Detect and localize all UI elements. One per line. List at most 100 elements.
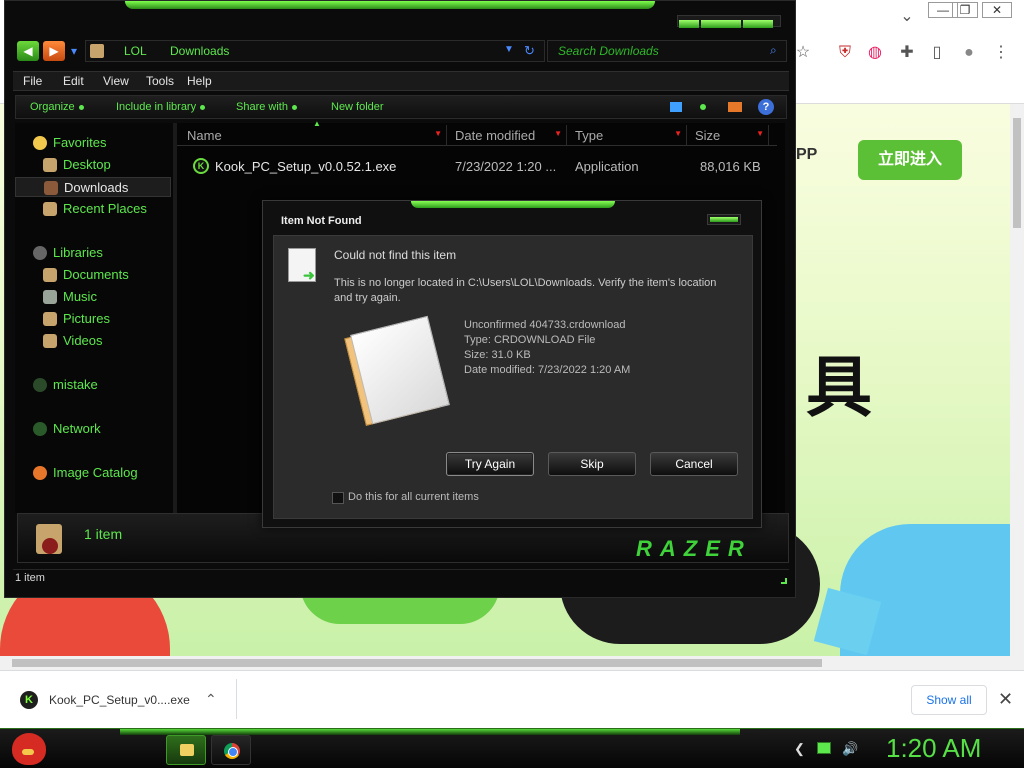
cancel-button[interactable]: Cancel — [650, 452, 738, 476]
new-folder-button[interactable]: New folder — [331, 101, 384, 113]
volume-icon[interactable]: 🔊 — [842, 741, 858, 757]
recent-pages-dropdown-icon[interactable]: ▾ — [67, 41, 81, 61]
nav-label: mistake — [53, 377, 98, 392]
side-panel-icon[interactable]: ▯ — [926, 42, 948, 64]
preview-pane-icon[interactable] — [728, 102, 742, 112]
taskbar-explorer-button[interactable] — [166, 735, 206, 765]
include-in-library-button[interactable]: Include in library — [116, 101, 206, 113]
apply-to-all-checkbox[interactable] — [332, 492, 344, 504]
address-dropdown-icon[interactable]: ▼ — [504, 44, 514, 55]
command-bar: Organize Include in library Share with N… — [15, 95, 787, 119]
window-caption-buttons[interactable] — [677, 15, 781, 28]
profile-avatar-icon[interactable]: ● — [958, 42, 980, 64]
download-options-chevron-icon[interactable]: ⌃ — [205, 691, 217, 708]
pictures-icon — [43, 312, 57, 326]
column-header-label: Type — [575, 128, 604, 143]
kook-app-icon: K — [193, 158, 209, 174]
organize-button[interactable]: Organize — [30, 101, 84, 113]
column-header-date-modified[interactable]: Date modified ▼ — [447, 125, 567, 145]
nav-desktop[interactable]: Desktop — [15, 155, 171, 175]
menu-view[interactable]: View — [103, 74, 129, 88]
item-details: Unconfirmed 404733.crdownload Type: CRDO… — [464, 318, 630, 378]
nav-downloads[interactable]: Downloads — [15, 177, 171, 197]
refresh-icon[interactable]: ↻ — [524, 43, 535, 59]
star-icon — [33, 136, 47, 150]
downloads-folder-icon — [44, 181, 58, 195]
menu-help[interactable]: Help — [187, 74, 212, 88]
nav-favorites[interactable]: Favorites — [15, 133, 171, 153]
dialog-close-button[interactable] — [707, 214, 741, 225]
close-button[interactable] — [743, 20, 773, 28]
breadcrumb-downloads[interactable]: Downloads — [170, 44, 229, 58]
status-text: 1 item — [15, 572, 45, 584]
nav-label: Favorites — [53, 135, 107, 150]
column-dropdown-icon[interactable]: ▼ — [434, 129, 442, 138]
skip-button[interactable]: Skip — [548, 452, 636, 476]
file-type: Application — [575, 159, 639, 174]
nav-mistake[interactable]: mistake — [15, 375, 171, 395]
maximize-button[interactable]: ❐ — [952, 2, 978, 18]
change-view-icon[interactable] — [670, 102, 682, 112]
start-button-angry-bird-icon[interactable] — [12, 733, 46, 765]
minimize-button[interactable] — [679, 20, 699, 28]
horizontal-scrollbar[interactable] — [0, 656, 1024, 670]
forward-button[interactable]: ▶ — [43, 41, 65, 61]
column-header-type[interactable]: Type ▼ — [567, 125, 687, 145]
extension-shield-icon[interactable]: ⛨ — [834, 42, 856, 64]
column-header-size[interactable]: Size ▼ — [687, 125, 769, 145]
column-dropdown-icon[interactable]: ▼ — [554, 129, 562, 138]
view-options-dot-icon[interactable] — [700, 104, 706, 110]
close-window-button[interactable]: ✕ — [982, 2, 1012, 18]
column-header-label: Name — [187, 128, 222, 143]
nav-videos[interactable]: Videos — [15, 331, 171, 351]
breadcrumb-lol[interactable]: LOL — [124, 44, 147, 58]
scroll-thumb[interactable] — [1013, 118, 1021, 228]
maximize-button[interactable] — [701, 20, 741, 28]
nav-pictures[interactable]: Pictures — [15, 309, 171, 329]
download-item-name[interactable]: Kook_PC_Setup_v0....exe — [49, 693, 190, 707]
file-row[interactable]: K Kook_PC_Setup_v0.0.52.1.exe 7/23/2022 … — [189, 157, 779, 177]
nav-libraries[interactable]: Libraries — [15, 243, 171, 263]
clock[interactable]: 1:20 AM — [886, 733, 981, 764]
help-icon[interactable]: ? — [758, 99, 774, 115]
nav-recent-places[interactable]: Recent Places — [15, 199, 171, 219]
extensions-puzzle-icon[interactable]: ✚ — [896, 42, 918, 64]
column-header-name[interactable]: Name ▼ — [179, 125, 447, 145]
taskbar-chrome-button[interactable] — [211, 735, 251, 765]
close-download-bar-icon[interactable]: ✕ — [998, 689, 1013, 710]
address-bar[interactable]: LOL Downloads ▼ ↻ — [85, 40, 545, 62]
column-dropdown-icon[interactable]: ▼ — [756, 129, 764, 138]
tab-search-chevron-icon[interactable]: ⌄ — [896, 6, 918, 28]
menu-bar: File Edit View Tools Help — [13, 71, 789, 91]
include-in-library-label: Include in library — [116, 101, 197, 113]
show-hidden-icons-icon[interactable]: ❮ — [794, 741, 805, 757]
nav-documents[interactable]: Documents — [15, 265, 171, 285]
resize-grip-icon[interactable] — [781, 578, 787, 584]
nav-label: Recent Places — [63, 201, 147, 216]
folder-icon — [180, 744, 194, 756]
column-dropdown-icon[interactable]: ▼ — [674, 129, 682, 138]
enter-now-button[interactable]: 立即进入 — [858, 140, 962, 180]
back-button[interactable]: ◀ — [17, 41, 39, 61]
chrome-icon — [224, 743, 240, 759]
share-with-button[interactable]: Share with — [236, 101, 297, 113]
try-again-button[interactable]: Try Again — [446, 452, 534, 476]
menu-file[interactable]: File — [23, 74, 42, 88]
apply-to-all-label[interactable]: Do this for all current items — [348, 491, 479, 503]
network-tray-icon[interactable] — [817, 742, 831, 754]
extension-globe-icon[interactable]: ◍ — [864, 42, 886, 64]
nav-network[interactable]: Network — [15, 419, 171, 439]
search-icon[interactable]: ⌕ — [770, 43, 777, 58]
nav-music[interactable]: Music — [15, 287, 171, 307]
nav-image-catalog[interactable]: Image Catalog — [15, 463, 171, 483]
menu-tools[interactable]: Tools — [146, 74, 174, 88]
show-all-button[interactable]: Show all — [911, 685, 987, 715]
menu-edit[interactable]: Edit — [63, 74, 84, 88]
vertical-scrollbar[interactable] — [1010, 104, 1024, 656]
item-date: Date modified: 7/23/2022 1:20 AM — [464, 364, 631, 376]
music-icon — [43, 290, 57, 304]
scroll-thumb[interactable] — [12, 659, 822, 667]
browser-menu-icon[interactable]: ⋮ — [990, 42, 1012, 64]
page-headline: 具 — [806, 350, 872, 424]
search-box[interactable]: Search Downloads ⌕ — [547, 40, 787, 62]
